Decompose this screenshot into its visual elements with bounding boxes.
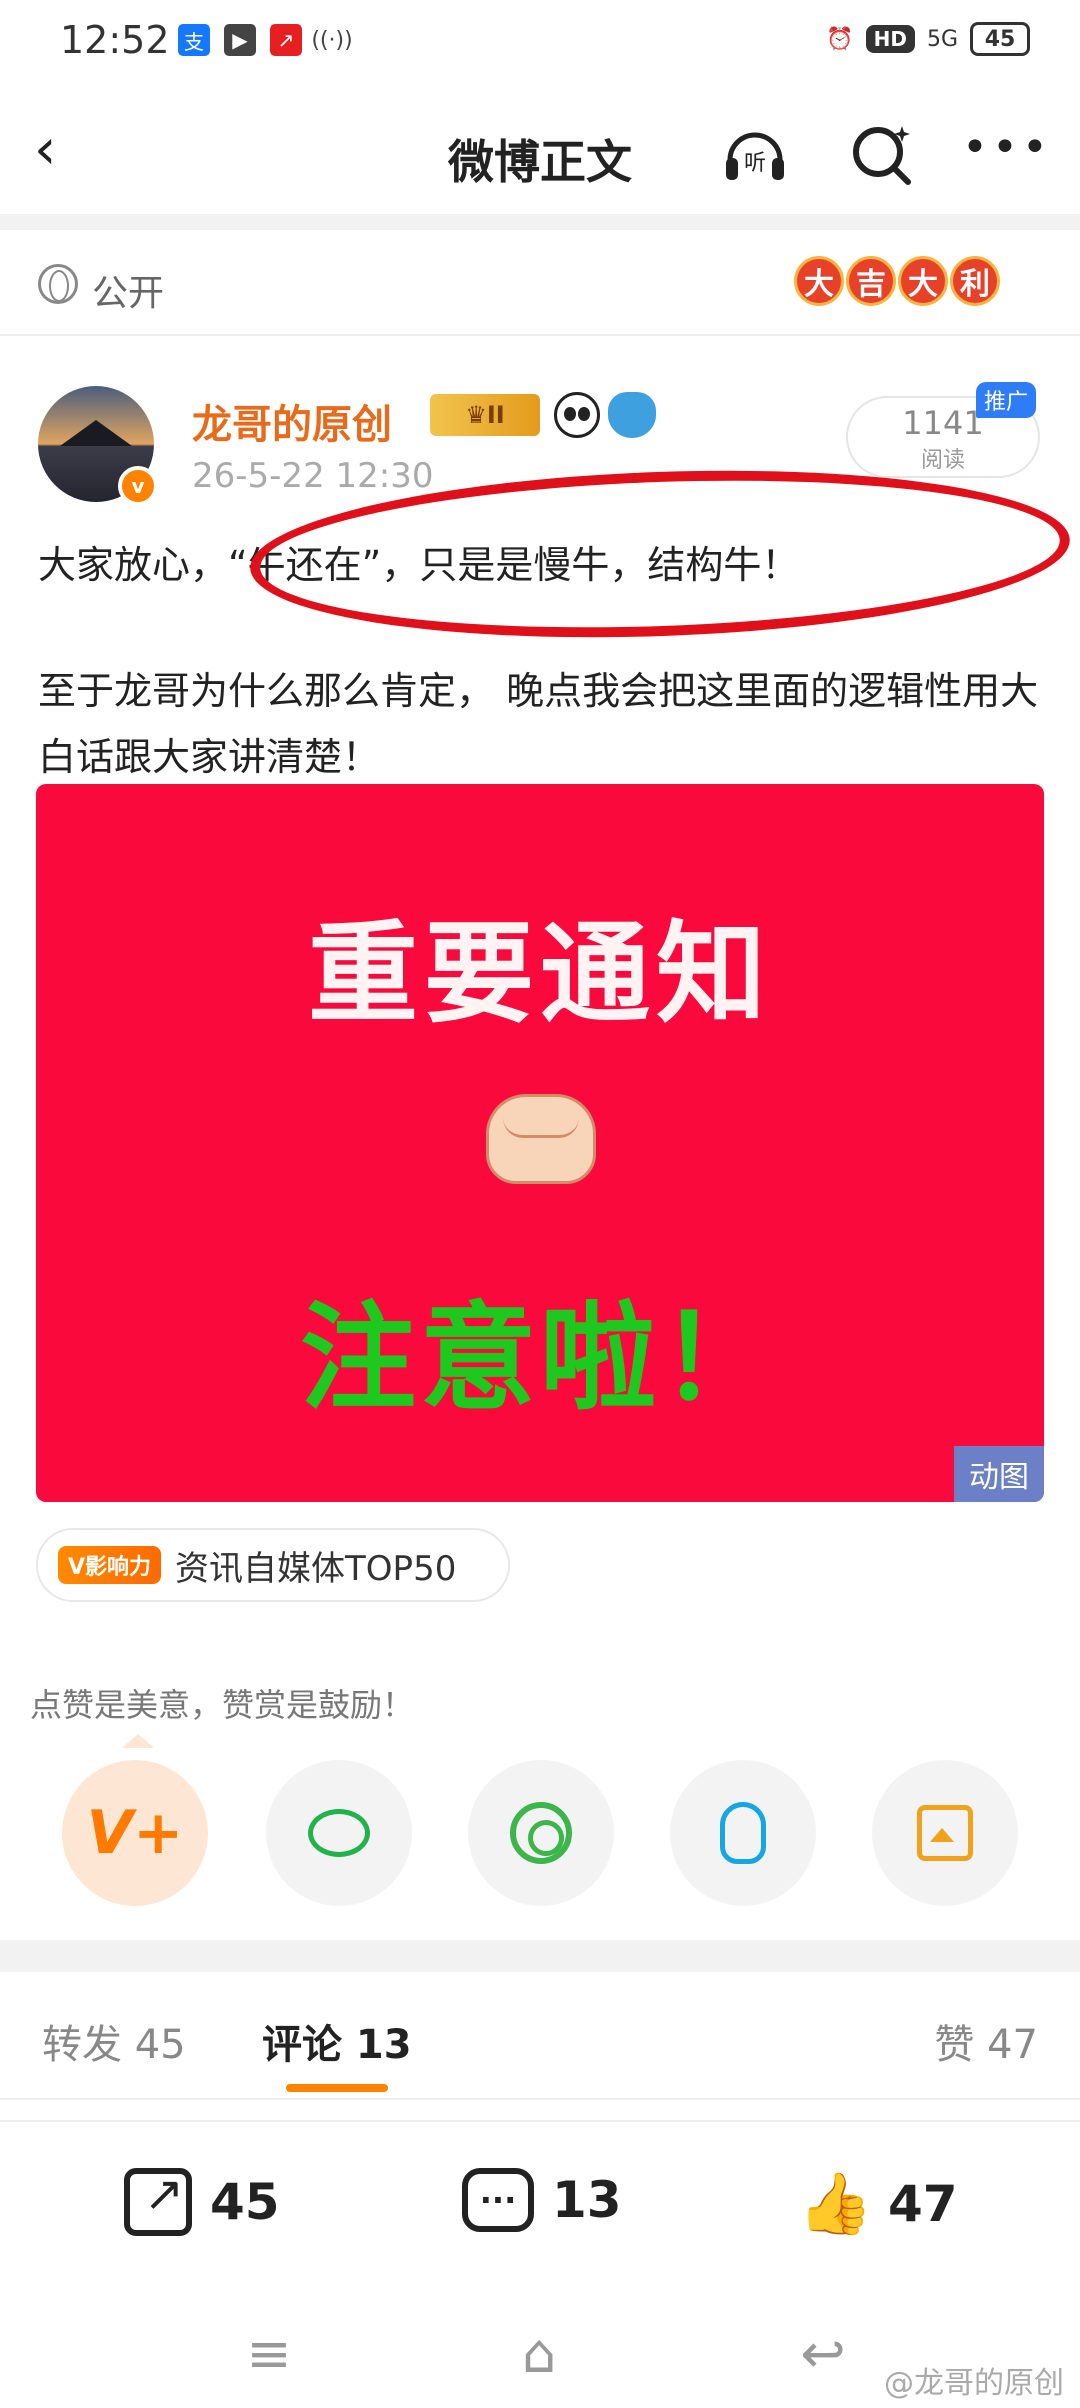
author-name[interactable]: 龙哥的原创 xyxy=(192,392,392,450)
crown-level-icon[interactable]: ♛ II xyxy=(430,394,540,436)
save-image-button[interactable] xyxy=(872,1760,1018,1906)
section-divider xyxy=(0,1940,1080,1972)
wechat-icon xyxy=(308,1809,370,1857)
signal-5g-icon: 5G xyxy=(926,26,958,52)
battery-icon: 45 xyxy=(970,22,1030,56)
interaction-tabs: 转发 45 评论 13 赞 47 xyxy=(0,1972,1080,2100)
comment-icon: ··· xyxy=(462,2168,534,2232)
listen-label: 听 xyxy=(744,151,766,176)
shark-icon[interactable] xyxy=(608,392,656,438)
post-text-line2: 至于龙哥为什么那么肯定， 晚点我会把这里面的逻辑性用大白话跟大家讲清楚！ xyxy=(38,669,1039,779)
save-image-icon xyxy=(917,1805,973,1861)
lucky-badge-char: 利 xyxy=(950,256,1000,306)
visibility-row: 公开 大 吉 大 利 xyxy=(0,230,1080,336)
influence-chip[interactable]: V影响力 资讯自媒体TOP50 xyxy=(36,1528,510,1602)
influence-logo: V影响力 xyxy=(58,1546,162,1584)
qq-share-button[interactable] xyxy=(670,1760,816,1906)
moments-share-button[interactable] xyxy=(468,1760,614,1906)
gif-title-text: 重要通知 xyxy=(308,910,772,1038)
panda-icon[interactable] xyxy=(554,392,600,438)
reward-text: 点赞是美意，赞赏是鼓励！ xyxy=(30,1686,415,1724)
bottom-action-bar: 45 ··· 13 👍 47 xyxy=(0,2120,1080,2292)
wechat-share-button[interactable] xyxy=(266,1760,412,1906)
lucky-badge: 大 吉 大 利 xyxy=(794,256,1000,306)
tab-active-indicator xyxy=(286,2084,388,2092)
menu-icon[interactable]: ≡ xyxy=(234,2324,304,2384)
moments-icon xyxy=(510,1802,572,1864)
post-time: 26-5-22 12:30 xyxy=(192,456,434,496)
promo-tag: 推广 xyxy=(976,382,1037,418)
repost-icon xyxy=(124,2166,192,2236)
gif-tag: 动图 xyxy=(954,1446,1044,1502)
nav-bar: ‹ 微博正文 听 ••• xyxy=(0,86,1080,214)
status-time: 12:52 xyxy=(60,18,170,62)
more-icon[interactable]: ••• xyxy=(962,118,1048,188)
listen-headphone-icon[interactable]: 听 xyxy=(720,118,790,188)
tab-comment[interactable]: 评论 13 xyxy=(262,2012,412,2070)
section-divider xyxy=(0,214,1080,230)
video-play-icon: ▶ xyxy=(224,24,256,56)
reward-caret xyxy=(122,1734,154,1748)
reward-v-button[interactable]: V+ xyxy=(62,1760,208,1906)
repost-button[interactable]: 45 xyxy=(124,2166,280,2236)
page-title: 微博正文 xyxy=(448,135,632,189)
comment-count: 13 xyxy=(552,2171,622,2229)
tab-like[interactable]: 赞 47 xyxy=(934,2012,1038,2070)
hd-icon: HD xyxy=(865,25,915,53)
status-notification-icons: 支 ▶ ↗ ((·)) xyxy=(178,24,353,56)
repost-count: 45 xyxy=(210,2173,280,2231)
status-bar: 12:52 支 ▶ ↗ ((·)) ⏰ HD 5G 45 xyxy=(0,0,1080,86)
gif-subtitle-text: 注意啦！ xyxy=(300,1291,780,1426)
globe-icon xyxy=(38,264,78,304)
comment-button[interactable]: ··· 13 xyxy=(462,2168,622,2232)
fist-icon xyxy=(486,1094,596,1184)
share-row: V+ xyxy=(0,1760,1080,1906)
back-nav-icon[interactable]: ↩ xyxy=(788,2324,858,2384)
watermark: @龙哥的原创 xyxy=(884,2366,1064,2401)
level-badge: II xyxy=(486,401,505,429)
home-icon[interactable]: ⌂ xyxy=(504,2324,574,2384)
qq-icon xyxy=(720,1802,766,1864)
avatar-mountain xyxy=(60,420,132,446)
status-system-icons: ⏰ HD 5G 45 xyxy=(826,22,1030,56)
hotspot-icon: ((·)) xyxy=(311,27,353,53)
thumbs-up-icon: 👍 xyxy=(798,2169,873,2239)
lucky-badge-char: 吉 xyxy=(846,256,896,306)
influence-text: 资讯自媒体TOP50 xyxy=(175,1548,457,1589)
stock-app-icon: ↗ xyxy=(270,24,302,56)
visibility-label: 公开 xyxy=(92,273,165,314)
read-label: 阅读 xyxy=(920,448,965,473)
post-gif-image[interactable]: 重要通知 注意啦！ 动图 xyxy=(36,784,1044,1502)
system-nav-bar: ≡ ⌂ ↩ @龙哥的原创 xyxy=(0,2304,1080,2408)
search-icon[interactable] xyxy=(846,118,916,188)
verified-icon: v xyxy=(118,466,158,506)
lucky-badge-char: 大 xyxy=(794,256,844,306)
like-count: 47 xyxy=(888,2175,958,2233)
like-button[interactable]: 👍 47 xyxy=(798,2168,958,2240)
v-plus-icon: V+ xyxy=(86,1798,184,1868)
tab-repost[interactable]: 转发 45 xyxy=(42,2012,186,2070)
alipay-icon: 支 xyxy=(178,24,210,56)
lucky-badge-char: 大 xyxy=(898,256,948,306)
alarm-icon: ⏰ xyxy=(826,26,854,52)
